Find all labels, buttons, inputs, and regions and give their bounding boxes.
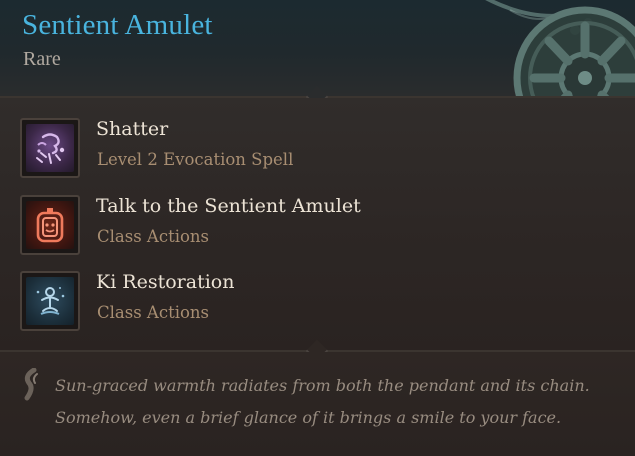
action-subtitle: Level 2 Evocation Spell (97, 150, 294, 169)
flavor-line: Somehow, even a brief glance of it bring… (55, 408, 562, 427)
flavor-quote-icon (24, 368, 38, 401)
item-rarity: Rare (23, 48, 61, 70)
flavor-line: Sun-graced warmth radiates from both the… (55, 376, 590, 395)
action-subtitle: Class Actions (97, 303, 210, 322)
ki-restoration-icon (20, 271, 80, 331)
action-ki-restoration[interactable]: Ki Restoration Class Actions (20, 271, 620, 335)
actions-list: Shatter Level 2 Evocation Spell Talk to … (0, 98, 635, 350)
shatter-spell-icon (20, 118, 80, 178)
item-name: Sentient Amulet (22, 9, 213, 41)
flavor-text: Sun-graced warmth radiates from both the… (55, 370, 625, 434)
action-title: Ki Restoration (96, 271, 235, 293)
item-tooltip: Sentient Amulet Rare Shatter Level 2 Evo… (0, 0, 635, 456)
action-subtitle: Class Actions (97, 227, 210, 246)
talk-amulet-icon (20, 195, 80, 255)
action-shatter[interactable]: Shatter Level 2 Evocation Spell (20, 118, 620, 182)
action-title: Talk to the Sentient Amulet (96, 195, 361, 217)
tooltip-header: Sentient Amulet Rare (0, 0, 635, 130)
action-title: Shatter (96, 118, 169, 140)
tooltip-footer: Sun-graced warmth radiates from both the… (0, 352, 635, 456)
action-talk-to-amulet[interactable]: Talk to the Sentient Amulet Class Action… (20, 195, 620, 259)
